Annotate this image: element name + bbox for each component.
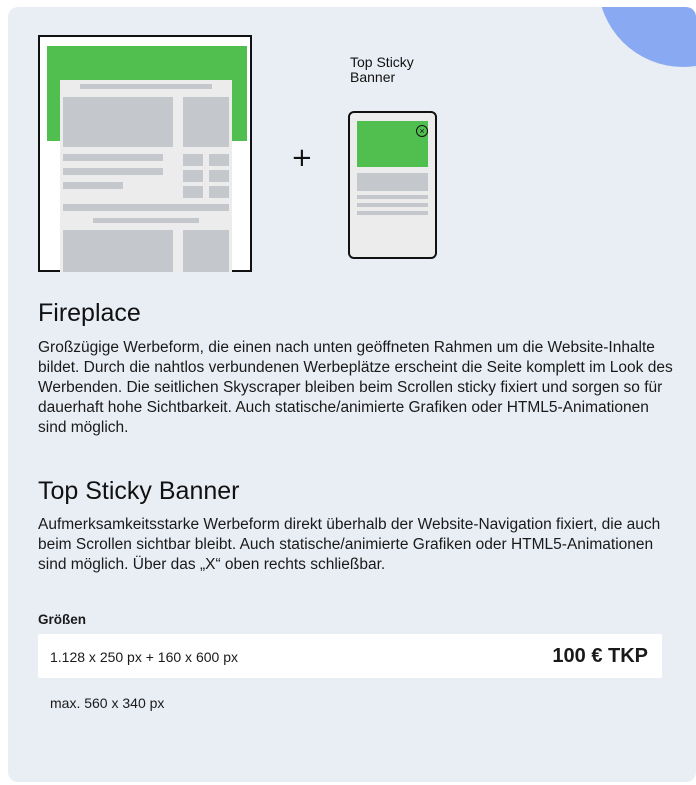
price-tkp: 100 € TKP	[552, 645, 648, 667]
sticky-banner-description: Aufmerksamkeitsstarke Werbeform direkt ü…	[38, 516, 661, 573]
sizes-heading: Größen	[38, 612, 87, 627]
fireplace-title: Fireplace	[38, 299, 141, 327]
close-icon: ×	[416, 125, 428, 137]
sticky-banner-title: Top Sticky Banner	[38, 477, 240, 505]
website-content-mock	[60, 80, 232, 272]
ad-format-card: + Top Sticky Banner × Fireplace Großzügi…	[8, 7, 696, 782]
decorative-circle	[598, 7, 696, 67]
size-dimensions: 1.128 x 250 px + 160 x 600 px	[50, 649, 238, 665]
mobile-sticky-illustration: ×	[348, 111, 437, 259]
size-dimensions-secondary: max. 560 x 340 px	[50, 695, 165, 711]
sticky-banner-label: Top Sticky Banner	[350, 54, 414, 85]
plus-icon: +	[291, 143, 313, 173]
fireplace-illustration	[38, 35, 252, 272]
size-row-primary: 1.128 x 250 px + 160 x 600 px 100 € TKP	[38, 634, 662, 678]
fireplace-description: Großzügige Werbeform, die einen nach unt…	[38, 339, 673, 436]
